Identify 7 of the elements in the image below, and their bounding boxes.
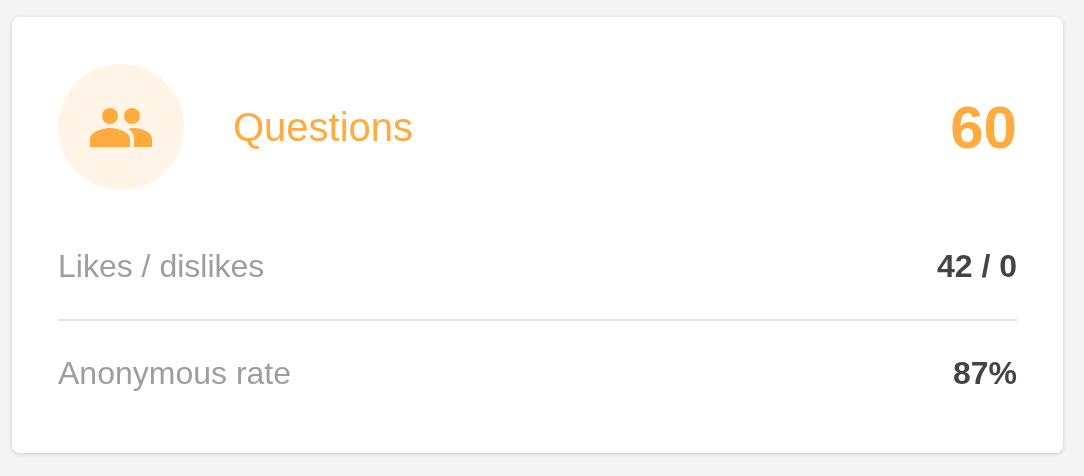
people-icon bbox=[89, 107, 153, 147]
stat-label: Likes / dislikes bbox=[58, 248, 265, 285]
total-count: 60 bbox=[950, 92, 1017, 162]
card-title: Questions bbox=[233, 104, 415, 150]
stat-value: 87% bbox=[952, 355, 1017, 392]
stat-label: Anonymous rate bbox=[58, 355, 291, 392]
stat-value: 42 / 0 bbox=[936, 248, 1017, 285]
